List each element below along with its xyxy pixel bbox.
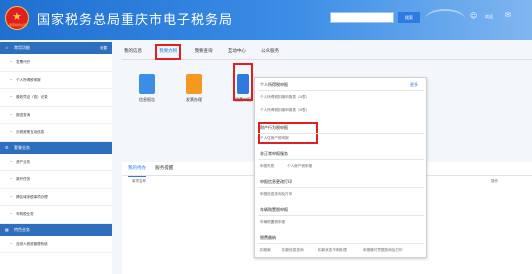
sidebar-item[interactable]: 股收凭证（查）记录 [0,89,112,107]
app-header: ★ 国家税务总局 国家税务总局重庆市电子税务局 搜索 ☺ 欢迎 ✉ [0,0,532,40]
sidebar-item[interactable]: 车购税业务 [0,206,112,224]
divider [258,159,424,160]
star-outline-icon: ☆ [5,45,9,50]
grid-icon: ▦ [5,226,9,232]
sidebar: ☆ 常用功能 设置 发票代开 个人所得税申报 股收凭证（查）记录 报送查询 办税政策… [0,42,112,274]
group-title: 非正常申报服务 [260,151,288,156]
bell-icon[interactable]: ✉ [505,12,511,19]
tab-reminder[interactable]: 服务提醒 [155,162,173,176]
divider [258,215,424,216]
section-title: 特色业务 [14,226,30,232]
sidebar-section-package[interactable]: ⚙ 套餐业务 [0,141,112,154]
header-search-button[interactable]: 搜索 [398,12,420,23]
icon-label: 发票办理 [186,97,202,102]
section-title: 常用功能 [14,45,30,50]
group-title: 车辆购置税申报 [260,207,288,212]
site-title: 国家税务总局重庆市电子税务局 [37,13,234,28]
divider [258,243,424,244]
gear-icon: ⚙ [5,144,9,150]
menu-item[interactable]: 扣款状态不明处理 [318,248,347,253]
section-title: 套餐业务 [14,144,30,150]
group-title: 税费缴纳 [260,235,276,240]
main-tabs: 我的信息 我要办税 我要查询 互动中心 公众服务 [122,44,532,60]
emblem-text: 国家税务总局 [8,23,27,27]
sidebar-item[interactable]: 办税政策互动信息 [0,124,112,142]
menu-item[interactable]: 申报信息查询及打印 [260,192,292,197]
sidebar-item[interactable]: 个人所得税申报 [0,72,112,89]
sidebar-item[interactable]: 资产业务 [0,154,112,171]
tax-emblem-logo: ★ 国家税务总局 [5,6,29,30]
sidebar-item[interactable]: 发票代开 [0,54,112,72]
menu-item[interactable]: 个人所得税扣缴申报表（B表） [260,108,309,113]
declare-highlight-box [233,63,253,101]
icon-label: 信息报告 [139,97,155,102]
sidebar-section-common[interactable]: ☆ 常用功能 设置 [0,42,112,54]
menu-item[interactable]: 扣款信息查询 [282,248,304,253]
report-icon [139,74,155,94]
header-search-input[interactable] [330,12,394,23]
column-name: 事项名称 [132,179,146,183]
sidebar-item[interactable]: 跨区域涉税事项办理 [0,189,112,206]
divider [258,187,424,188]
divider [258,90,424,91]
invoice-button[interactable]: 发票办理 [177,74,211,103]
tab-tax-handling[interactable]: 我要办税 [155,44,182,60]
sidebar-section-special[interactable]: ▦ 特色业务 [0,223,112,236]
menu-item[interactable]: 个人房产税申报 [287,164,312,169]
menu-item[interactable]: 车辆购置税申报 [260,220,285,225]
star-icon: ★ [12,10,22,23]
tab-todo[interactable]: 我的待办 [128,162,146,177]
info-report-button[interactable]: 信息报告 [130,74,164,103]
column-operation: 操作 [491,179,498,183]
more-link[interactable]: 更多 [410,82,418,88]
tab-query[interactable]: 我要查询 [193,45,215,59]
settings-link[interactable]: 设置 [100,42,107,54]
menu-item[interactable]: 个人住房产税申报 [260,136,289,141]
sidebar-item[interactable]: 自然人税收管理系统 [0,236,112,253]
group-title: 申报信息更改打印 [260,179,292,184]
invoice-icon [186,74,202,94]
menu-item[interactable]: 个人所得税扣缴申报表（A表） [260,95,309,100]
sidebar-item[interactable]: 新开任务 [0,171,112,189]
sidebar-item[interactable]: 报送查询 [0,107,112,124]
menu-item[interactable]: 申报缴付凭据查询及打印 [363,248,403,253]
user-icon[interactable]: ☺ [470,13,477,20]
header-decoration [425,9,465,29]
group-title: 个人所得税申报 [260,82,288,87]
declare-dropdown-menu: 个人所得税申报 更多 个人所得税扣缴申报表（A表） 个人所得税扣缴申报表（B表）… [254,77,427,258]
tab-my-info[interactable]: 我的信息 [122,45,144,59]
menu-item[interactable]: 申报失败 [260,164,274,169]
tab-public-service[interactable]: 公众服务 [259,45,281,59]
tab-interaction[interactable]: 互动中心 [226,45,248,59]
menu-item[interactable]: 扣税款 [260,248,271,253]
divider [258,133,424,134]
group-title: 财产行为税申报 [260,125,288,130]
welcome-text: 欢迎 [485,14,493,19]
